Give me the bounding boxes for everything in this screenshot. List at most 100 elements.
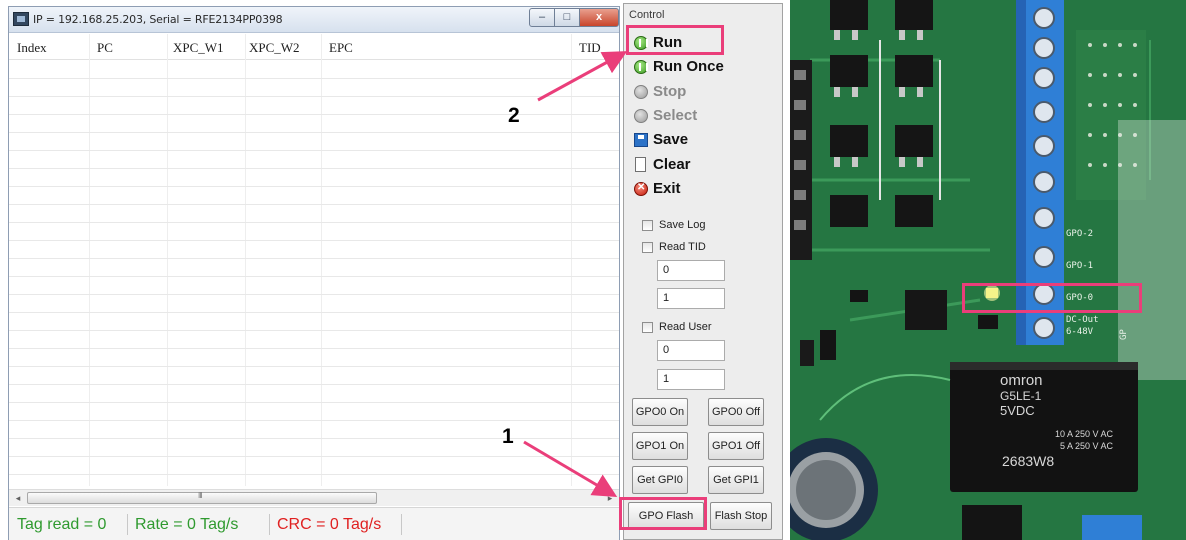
table-row-divider	[9, 186, 619, 187]
checkbox-box[interactable]	[642, 322, 653, 333]
scrollbar-grip: III	[198, 491, 203, 500]
tag-table[interactable]: Index PC XPC_W1 XPC_W2 EPC TID	[9, 34, 619, 486]
table-header: Index PC XPC_W1 XPC_W2 EPC TID	[9, 34, 619, 60]
select-button[interactable]: Select	[632, 105, 772, 127]
table-row-divider	[9, 276, 619, 277]
table-row-divider	[9, 420, 619, 421]
exit-label: Exit	[653, 180, 681, 197]
table-row-divider	[9, 366, 619, 367]
crc-rate: CRC = 0 Tag/s	[277, 516, 382, 533]
get-gpi1-button[interactable]: Get GPI1	[708, 466, 764, 494]
voltage-label: 6-48V	[1066, 327, 1094, 337]
run-once-button[interactable]: Run Once	[632, 56, 772, 78]
checkbox-box[interactable]	[642, 220, 653, 231]
maximize-button[interactable]: □	[554, 8, 580, 27]
step-1-number: 1	[502, 425, 514, 448]
gpo-1-label: GPO-1	[1066, 261, 1093, 271]
dc-out-label: DC-Out	[1066, 315, 1099, 325]
table-row-divider	[9, 474, 619, 475]
stop-icon	[634, 85, 648, 99]
read-rate: Rate = 0 Tag/s	[135, 516, 239, 533]
tid-start-input[interactable]: 0	[657, 260, 725, 281]
table-row-divider	[9, 312, 619, 313]
gpo0-off-button[interactable]: GPO0 Off	[708, 398, 764, 426]
table-row-divider	[9, 258, 619, 259]
column-header-epc[interactable]: EPC	[329, 40, 353, 56]
close-button[interactable]: x	[579, 8, 619, 27]
column-header-pc[interactable]: PC	[97, 40, 113, 56]
table-row-divider	[9, 456, 619, 457]
table-row-divider	[9, 294, 619, 295]
tid-start-value: 0	[663, 264, 670, 276]
table-row-divider	[9, 438, 619, 439]
step-2-number: 2	[508, 104, 520, 127]
exit-button[interactable]: Exit	[632, 178, 772, 200]
user-length-input[interactable]: 1	[657, 369, 725, 390]
save-log-label: Save Log	[659, 219, 706, 231]
scrollbar-thumb[interactable]: III	[27, 491, 377, 504]
column-header-index[interactable]: Index	[17, 40, 47, 56]
get-gpi0-button[interactable]: Get GPI0	[632, 466, 688, 494]
app-icon	[13, 12, 29, 26]
reader-window: IP = 192.168.25.203, Serial = RFE2134PP0…	[8, 6, 620, 540]
status-divider	[401, 514, 402, 535]
save-button[interactable]: Save	[632, 129, 772, 151]
relay-rating-1: 10 A 250 V AC	[1055, 429, 1114, 439]
horizontal-scrollbar[interactable]: ◂ III ▸	[9, 489, 619, 506]
column-header-tid[interactable]: TID	[579, 40, 601, 56]
minimize-button[interactable]: –	[529, 8, 555, 27]
circuit-board-image: GPO-2 GPO-1 GPO-0 DC-Out 6-48V GP omron …	[790, 0, 1186, 540]
exit-icon	[634, 182, 648, 196]
run-once-label: Run Once	[653, 58, 724, 75]
read-user-label: Read User	[659, 321, 712, 333]
select-icon	[634, 109, 648, 123]
read-user-checkbox[interactable]: Read User	[642, 317, 712, 339]
tid-length-input[interactable]: 1	[657, 288, 725, 309]
reader-board-photo: GPO-2 GPO-1 GPO-0 DC-Out 6-48V GP omron …	[790, 0, 1186, 540]
relay-brand: omron	[1000, 372, 1043, 389]
control-panel: Control Run Run Once Stop Select Save Cl…	[623, 3, 783, 540]
gpo1-off-button[interactable]: GPO1 Off	[708, 432, 764, 460]
table-row-divider	[9, 240, 619, 241]
read-tid-label: Read TID	[659, 241, 706, 253]
flash-stop-button[interactable]: Flash Stop	[710, 502, 772, 530]
save-label: Save	[653, 131, 689, 148]
user-length-value: 1	[663, 373, 670, 385]
stop-button[interactable]: Stop	[632, 81, 772, 103]
scroll-right-arrow-icon[interactable]: ▸	[604, 492, 616, 504]
user-start-value: 0	[663, 344, 670, 356]
status-bar: Tag read = 0 Rate = 0 Tag/s CRC = 0 Tag/…	[9, 507, 619, 540]
clear-label: Clear	[653, 156, 691, 173]
tid-length-value: 1	[663, 292, 670, 304]
gpo-2-label: GPO-2	[1066, 229, 1093, 239]
select-label: Select	[653, 107, 698, 124]
control-panel-title: Control	[629, 9, 665, 21]
table-row-divider	[9, 348, 619, 349]
table-row-divider	[9, 96, 619, 97]
window-title: IP = 192.168.25.203, Serial = RFE2134PP0…	[33, 13, 283, 26]
relay-voltage: 5VDC	[1000, 403, 1035, 418]
stop-label: Stop	[653, 83, 687, 100]
title-bar[interactable]: IP = 192.168.25.203, Serial = RFE2134PP0…	[9, 7, 619, 33]
tag-read-count: Tag read = 0	[17, 516, 107, 533]
relay-code: 2683W8	[1002, 453, 1054, 469]
column-header-xpc-w2[interactable]: XPC_W2	[249, 40, 300, 56]
clear-button[interactable]: Clear	[632, 154, 772, 176]
run-highlight-box	[626, 25, 724, 55]
status-divider	[127, 514, 128, 535]
table-body	[9, 60, 619, 486]
checkbox-box[interactable]	[642, 242, 653, 253]
column-header-xpc-w1[interactable]: XPC_W1	[173, 40, 224, 56]
read-tid-checkbox[interactable]: Read TID	[642, 237, 712, 259]
table-row-divider	[9, 384, 619, 385]
gpo-flash-highlight-box	[619, 497, 707, 530]
play-icon	[634, 60, 648, 74]
user-start-input[interactable]: 0	[657, 340, 725, 361]
gpo0-on-button[interactable]: GPO0 On	[632, 398, 688, 426]
gpo1-on-button[interactable]: GPO1 On	[632, 432, 688, 460]
save-log-checkbox[interactable]: Save Log	[642, 215, 712, 237]
table-row-divider	[9, 150, 619, 151]
scroll-left-arrow-icon[interactable]: ◂	[12, 492, 24, 504]
relay-rating-2: 5 A 250 V AC	[1060, 441, 1114, 451]
table-row-divider	[9, 222, 619, 223]
